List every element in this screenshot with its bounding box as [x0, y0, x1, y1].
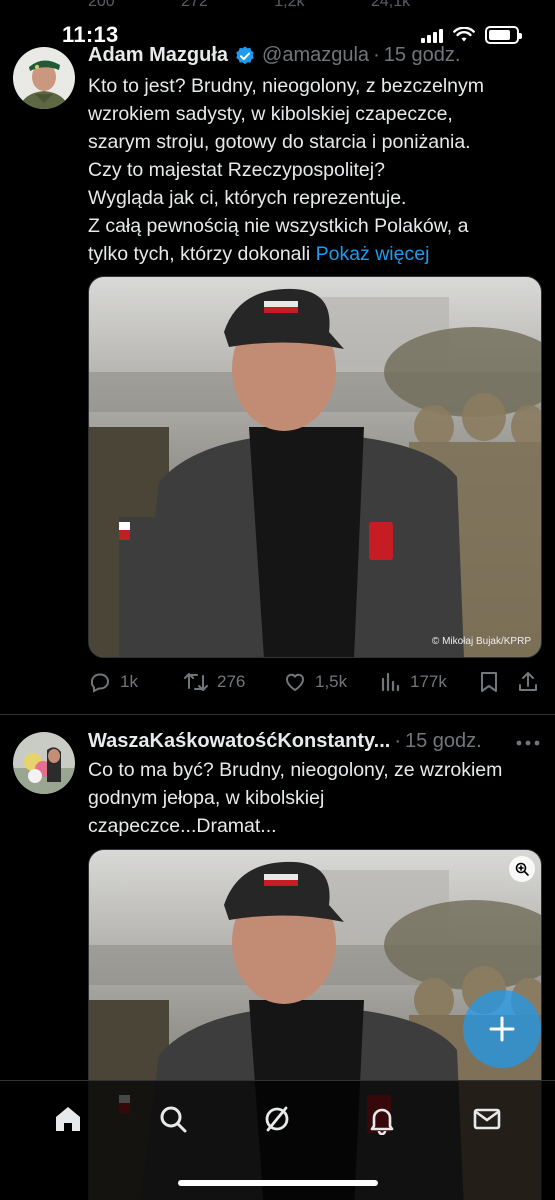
- nav-search[interactable]: [153, 1099, 193, 1139]
- reply-button[interactable]: 1k: [88, 670, 183, 694]
- home-icon: [56, 1107, 81, 1131]
- separator-dot: ·: [394, 730, 401, 752]
- tweet-text: Co to ma być? Brudny, nieogolony, ze wzr…: [88, 756, 541, 840]
- photo-soldier-with-cap: [89, 277, 541, 657]
- zoom-icon: [515, 862, 529, 876]
- photo-credit: © Mikołaj Bujak/KPRP: [431, 636, 531, 647]
- wifi-icon: [453, 27, 475, 42]
- author-name[interactable]: WaszaKaśkowatośćKonstanty...: [88, 730, 390, 753]
- battery-icon: [485, 26, 522, 44]
- zoom-button[interactable]: [509, 856, 535, 882]
- home-indicator[interactable]: [178, 1180, 378, 1186]
- tweet-header: WaszaKaśkowatośćKonstanty... · 15 godz.: [88, 730, 541, 753]
- cellular-signal-icon: [421, 27, 443, 43]
- bookmark-button[interactable]: [478, 670, 516, 694]
- tweet-text: Kto to jest? Brudny, nieogolony, z bezcz…: [88, 72, 541, 268]
- tweet-text-line: godnym jełopa, w kibolskiej: [88, 787, 325, 809]
- reply-icon: [90, 673, 109, 693]
- avatar[interactable]: [13, 732, 75, 794]
- tweet-text-line: Czy to majestat Rzeczypospolitej?: [88, 159, 385, 181]
- tweet-text-line: wzrokiem sadysty, w kibolskiej czapeczce…: [88, 103, 453, 125]
- bookmark-icon: [481, 672, 497, 692]
- tweet-text-line: Z całą pewnością nie wszystkich Polaków,…: [88, 215, 469, 237]
- timestamp[interactable]: 15 godz.: [405, 730, 482, 753]
- share-button[interactable]: [516, 670, 540, 694]
- repost-icon: [184, 673, 208, 691]
- grok-icon: [266, 1106, 289, 1132]
- messages-icon: [473, 1108, 500, 1130]
- tweet-text-line: szarym stroju, gotowy do starcia i poniż…: [88, 131, 471, 153]
- nav-home[interactable]: [48, 1099, 88, 1139]
- tweet-actions: 1k 276 1,5k 177k: [88, 670, 543, 694]
- nav-notifications[interactable]: [362, 1099, 402, 1139]
- tweet-text-line: tylko tych, którzy dokonali Pokaż więcej: [88, 243, 430, 265]
- compose-plus-icon: [489, 1016, 515, 1042]
- more-icon: [516, 740, 540, 746]
- search-icon: [160, 1106, 187, 1133]
- tweet-text-line: Co to ma być? Brudny, nieogolony, ze wzr…: [88, 759, 503, 781]
- views-button[interactable]: 177k: [378, 670, 478, 694]
- clock: 11:13: [62, 22, 119, 47]
- nav-grok[interactable]: [257, 1099, 297, 1139]
- tweet-photo[interactable]: © Mikołaj Bujak/KPRP: [88, 276, 542, 658]
- repost-button[interactable]: 276: [183, 670, 283, 694]
- tweet-text-line: Kto to jest? Brudny, nieogolony, z bezcz…: [88, 75, 484, 97]
- show-more-link[interactable]: Pokaż więcej: [316, 243, 430, 265]
- tweet-1[interactable]: Adam Mazguła @amazgula · 15 godz. Kto to…: [0, 0, 555, 715]
- share-icon: [519, 672, 537, 691]
- like-button[interactable]: 1,5k: [283, 670, 378, 694]
- compose-button[interactable]: [463, 990, 541, 1068]
- views-icon: [381, 672, 400, 692]
- nav-messages[interactable]: [467, 1099, 507, 1139]
- more-options-button[interactable]: [515, 727, 541, 753]
- like-icon: [286, 673, 304, 692]
- notifications-icon: [370, 1108, 394, 1135]
- status-bar: 11:13: [0, 22, 555, 52]
- tweet-text-line: czapeczce...Dramat...: [88, 815, 277, 837]
- avatar[interactable]: [13, 47, 75, 109]
- tweet-text-line: Wygląda jak ci, których reprezentuje.: [88, 187, 407, 209]
